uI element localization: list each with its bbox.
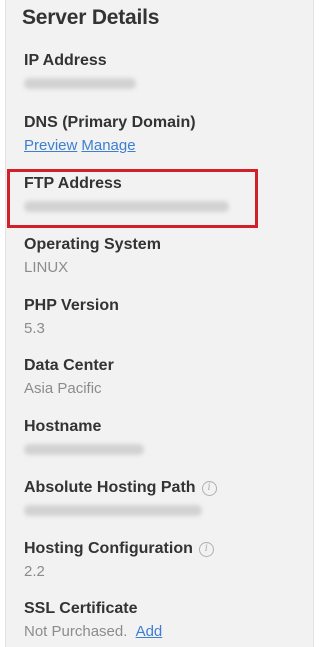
data-center-label: Data Center (24, 357, 114, 374)
operating-system-label: Operating System (24, 236, 161, 253)
ssl-certificate-value: Not Purchased. (24, 623, 128, 640)
ssl-certificate-label: SSL Certificate (24, 600, 138, 617)
ssl-certificate-row: Not Purchased. Add (24, 623, 162, 640)
preview-link[interactable]: Preview (24, 137, 77, 154)
ip-address-value-redacted (24, 78, 136, 89)
dns-links: Preview Manage (24, 137, 136, 154)
absolute-hosting-path-row: Absolute Hosting Path i (24, 479, 217, 497)
php-version-label: PHP Version (24, 297, 119, 314)
ftp-highlight-box (7, 169, 258, 228)
hosting-configuration-value: 2.2 (24, 563, 45, 580)
add-ssl-link[interactable]: Add (136, 623, 163, 640)
hosting-configuration-label: Hosting Configuration (24, 540, 193, 557)
absolute-hosting-path-label: Absolute Hosting Path (24, 479, 196, 496)
php-version-value: 5.3 (24, 320, 45, 337)
hosting-configuration-row: Hosting Configuration i (24, 540, 214, 558)
hostname-label: Hostname (24, 418, 102, 435)
operating-system-value: LINUX (24, 259, 69, 276)
ip-address-label: IP Address (24, 52, 107, 69)
info-icon[interactable]: i (198, 541, 214, 557)
dns-label: DNS (Primary Domain) (24, 114, 196, 131)
hostname-value-redacted (24, 444, 144, 455)
manage-link[interactable]: Manage (81, 137, 135, 154)
data-center-value: Asia Pacific (24, 380, 102, 397)
absolute-hosting-path-value-redacted (24, 505, 202, 516)
info-icon[interactable]: i (201, 480, 217, 496)
panel-title: Server Details (22, 6, 160, 29)
server-details-panel: Server Details IP Address DNS (Primary D… (5, 0, 314, 647)
